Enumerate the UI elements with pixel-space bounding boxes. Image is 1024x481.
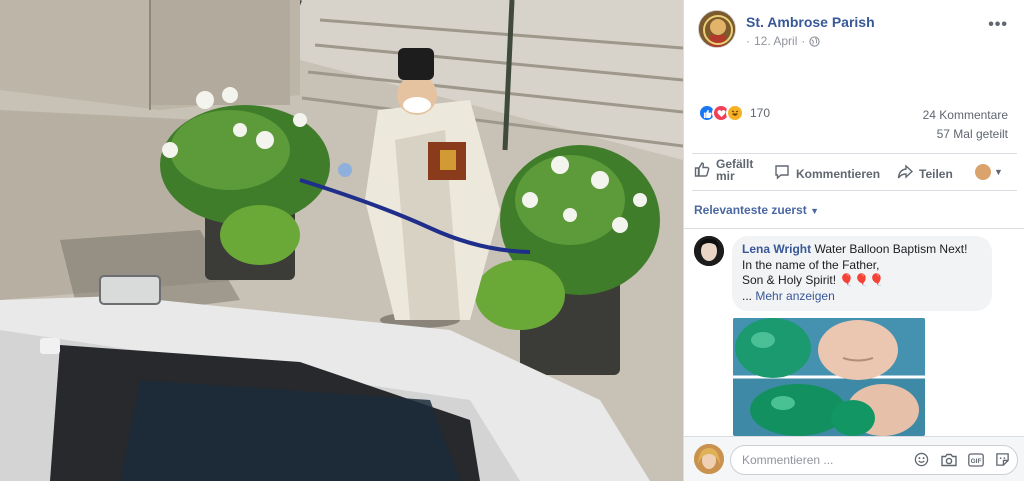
composer-icons: GIF	[913, 452, 1011, 467]
reaction-count: 170	[750, 106, 771, 120]
current-user-avatar	[694, 444, 724, 474]
comment-button[interactable]: Kommentieren	[774, 164, 880, 183]
chevron-down-icon: ▼	[994, 167, 1003, 177]
commenter-avatar[interactable]	[694, 236, 724, 266]
reactions-summary[interactable]: 170	[698, 104, 770, 122]
gif-icon[interactable]: GIF	[967, 452, 984, 467]
comment-text-1: Water Balloon Baptism Next!	[814, 242, 968, 256]
globe-icon	[809, 35, 821, 47]
see-more-link[interactable]: Mehr anzeigen	[755, 289, 834, 303]
share-label: Teilen	[919, 166, 953, 181]
more-options-icon[interactable]: •••	[988, 16, 1008, 34]
audience-selector[interactable]: ▼	[975, 164, 1003, 180]
post-photo[interactable]	[0, 0, 683, 481]
meta-separator-2: ·	[801, 34, 806, 48]
haha-icon	[726, 104, 744, 122]
comment-author-link[interactable]: Lena Wright	[742, 242, 811, 256]
comment-bubble: Lena Wright Water Balloon Baptism Next! …	[732, 236, 992, 311]
comment-icon	[774, 164, 790, 183]
sort-chevron-down-icon: ▼	[810, 206, 819, 216]
share-icon	[897, 164, 914, 183]
post-meta: · 12. April ·	[746, 34, 821, 48]
sticker-icon[interactable]	[994, 452, 1011, 467]
comment-text-2: In the name of the Father,	[742, 257, 880, 272]
balloon-emoji: 🎈🎈🎈	[839, 273, 885, 287]
post-header: St. Ambrose Parish · 12. April · •••	[698, 10, 1018, 50]
share-button[interactable]: Teilen	[897, 164, 953, 183]
sort-label: Relevanteste zuerst	[694, 203, 807, 217]
like-label: Gefällt mir	[716, 157, 754, 183]
like-button[interactable]: Gefällt mir	[694, 158, 756, 182]
comment-text-3: Son & Holy Spirit!	[742, 273, 837, 287]
emoji-icon[interactable]	[913, 452, 930, 467]
page-avatar[interactable]	[698, 10, 736, 48]
comment-label: Kommentieren	[796, 166, 881, 181]
comment-composer: GIF	[684, 436, 1024, 481]
thumbs-up-icon	[694, 161, 710, 180]
camera-icon[interactable]	[940, 452, 957, 467]
user-avatar	[975, 164, 991, 180]
svg-text:GIF: GIF	[970, 458, 981, 465]
comment-sort-dropdown[interactable]: Relevanteste zuerst ▼	[694, 203, 819, 217]
divider	[684, 228, 1024, 229]
comment-gif-image[interactable]	[733, 318, 925, 436]
meta-separator: ·	[746, 34, 750, 48]
comment-count-link[interactable]: 24 Kommentare	[923, 108, 1008, 122]
page-name-link[interactable]: St. Ambrose Parish	[746, 14, 875, 30]
more-prefix: ...	[742, 288, 753, 303]
action-bar: Gefällt mir Kommentieren Teilen ▼	[692, 153, 1017, 191]
share-count-link[interactable]: 57 Mal geteilt	[937, 127, 1008, 141]
post-date[interactable]: 12. April	[754, 34, 797, 48]
